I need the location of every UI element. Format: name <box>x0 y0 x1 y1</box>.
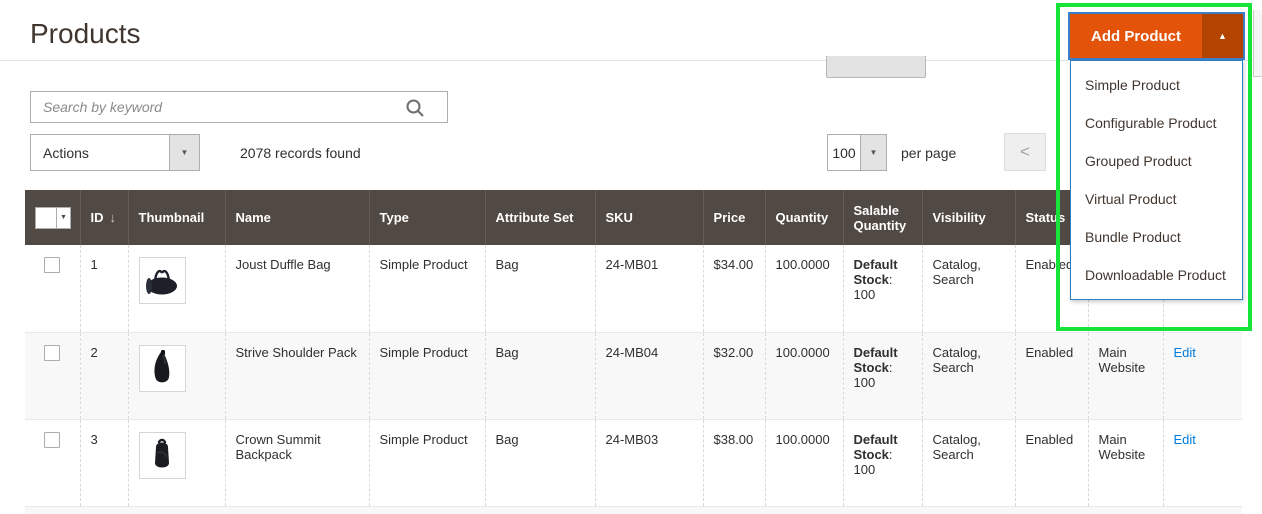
column-header-id[interactable]: ID↓ <box>80 190 128 245</box>
cell-thumbnail <box>128 332 225 419</box>
cell-action: Edit <box>1163 332 1242 419</box>
cell-name: Joust Duffle Bag <box>225 245 369 332</box>
edit-link[interactable]: Edit <box>1174 345 1196 360</box>
search-icon[interactable] <box>405 98 425 118</box>
actions-select-value: Actions <box>31 135 169 170</box>
cell-price: $34.00 <box>703 245 765 332</box>
column-header-type[interactable]: Type <box>369 190 485 245</box>
records-found-text: 2078 records found <box>240 145 361 161</box>
page-title: Products <box>30 18 141 50</box>
cell-attribute-set: Bag <box>485 332 595 419</box>
cell-websites: Main Website <box>1088 332 1163 419</box>
product-thumbnail <box>139 257 186 304</box>
cell-sku: 24-MB04 <box>595 332 703 419</box>
select-all-checkbox[interactable] <box>36 208 56 228</box>
menu-item-simple-product[interactable]: Simple Product <box>1071 66 1242 104</box>
cell-attribute-set: Bag <box>485 245 595 332</box>
cell-quantity: 100.0000 <box>765 332 843 419</box>
table-row: 3 Crown Summit Backpack Simple Product B… <box>25 419 1242 506</box>
cell-id: 1 <box>80 245 128 332</box>
cell-salable-quantity: Default Stock:100 <box>843 332 922 419</box>
column-header-sku[interactable]: SKU <box>595 190 703 245</box>
add-product-split-button: Add Product ▲ <box>1068 12 1245 60</box>
edit-link[interactable]: Edit <box>1174 432 1196 447</box>
add-product-menu: Simple Product Configurable Product Grou… <box>1070 60 1243 300</box>
column-header-quantity[interactable]: Quantity <box>765 190 843 245</box>
column-header-attribute-set[interactable]: Attribute Set <box>485 190 595 245</box>
cell-websites: Main Website <box>1088 419 1163 506</box>
per-page-select[interactable]: 100 ▼ <box>827 134 887 171</box>
table-row: 1 Joust Duffle Bag Simple Product Bag 24… <box>25 245 1242 332</box>
menu-item-virtual-product[interactable]: Virtual Product <box>1071 180 1242 218</box>
column-header-name[interactable]: Name <box>225 190 369 245</box>
product-thumbnail <box>139 345 186 392</box>
table-row-clipped <box>25 506 1242 514</box>
menu-item-downloadable-product[interactable]: Downloadable Product <box>1071 256 1242 294</box>
cell-status: Enabled <box>1015 332 1088 419</box>
menu-item-bundle-product[interactable]: Bundle Product <box>1071 218 1242 256</box>
cell-action: Edit <box>1163 419 1242 506</box>
chevron-left-icon: < <box>1020 142 1030 162</box>
cell-id: 2 <box>80 332 128 419</box>
cell-sku: 24-MB03 <box>595 419 703 506</box>
cell-name: Crown Summit Backpack <box>225 419 369 506</box>
cell-salable-quantity: Default Stock:100 <box>843 245 922 332</box>
product-thumbnail <box>139 432 186 479</box>
partial-toolbar-button[interactable] <box>826 56 926 78</box>
add-product-button[interactable]: Add Product <box>1070 14 1202 58</box>
chevron-up-icon: ▲ <box>1218 31 1227 41</box>
previous-page-button[interactable]: < <box>1004 133 1046 171</box>
add-product-toggle[interactable]: ▲ <box>1202 14 1243 58</box>
cell-thumbnail <box>128 245 225 332</box>
cell-type: Simple Product <box>369 332 485 419</box>
sort-desc-icon: ↓ <box>110 210 117 225</box>
menu-item-grouped-product[interactable]: Grouped Product <box>1071 142 1242 180</box>
partial-right-edge-element <box>1253 10 1262 77</box>
menu-item-configurable-product[interactable]: Configurable Product <box>1071 104 1242 142</box>
select-all-dropdown[interactable]: ▼ <box>35 207 71 229</box>
per-page-label: per page <box>901 145 956 161</box>
cell-name: Strive Shoulder Pack <box>225 332 369 419</box>
cell-id: 3 <box>80 419 128 506</box>
column-header-salable-quantity[interactable]: Salable Quantity <box>843 190 922 245</box>
row-checkbox[interactable] <box>44 432 60 448</box>
products-table: ▼ ID↓ Thumbnail Name Type Attribute Set … <box>25 190 1242 514</box>
duffle-bag-image <box>142 261 182 301</box>
cell-visibility: Catalog, Search <box>922 419 1015 506</box>
cell-sku: 24-MB01 <box>595 245 703 332</box>
cell-status: Enabled <box>1015 419 1088 506</box>
cell-visibility: Catalog, Search <box>922 332 1015 419</box>
backpack-image <box>142 435 182 475</box>
chevron-down-icon: ▼ <box>169 135 199 170</box>
cell-quantity: 100.0000 <box>765 245 843 332</box>
chevron-down-icon: ▼ <box>860 135 886 170</box>
row-checkbox[interactable] <box>44 345 60 361</box>
select-all-header: ▼ <box>25 190 80 245</box>
actions-select[interactable]: Actions ▼ <box>30 134 200 171</box>
column-header-visibility[interactable]: Visibility <box>922 190 1015 245</box>
table-row: 2 Strive Shoulder Pack Simple Product Ba… <box>25 332 1242 419</box>
cell-visibility: Catalog, Search <box>922 245 1015 332</box>
chevron-down-icon: ▼ <box>56 208 70 228</box>
cell-price: $32.00 <box>703 332 765 419</box>
cell-type: Simple Product <box>369 419 485 506</box>
per-page-value: 100 <box>828 135 860 170</box>
column-header-price[interactable]: Price <box>703 190 765 245</box>
row-checkbox[interactable] <box>44 257 60 273</box>
cell-thumbnail <box>128 419 225 506</box>
products-page: Products Actions ▼ 2078 records found 10… <box>0 0 1262 514</box>
cell-salable-quantity: Default Stock:100 <box>843 419 922 506</box>
cell-price: $38.00 <box>703 419 765 506</box>
shoulder-pack-image <box>142 348 182 388</box>
cell-quantity: 100.0000 <box>765 419 843 506</box>
cell-attribute-set: Bag <box>485 419 595 506</box>
search-input[interactable] <box>31 92 447 122</box>
search-box <box>30 91 448 123</box>
column-header-thumbnail[interactable]: Thumbnail <box>128 190 225 245</box>
cell-type: Simple Product <box>369 245 485 332</box>
table-header-row: ▼ ID↓ Thumbnail Name Type Attribute Set … <box>25 190 1242 245</box>
